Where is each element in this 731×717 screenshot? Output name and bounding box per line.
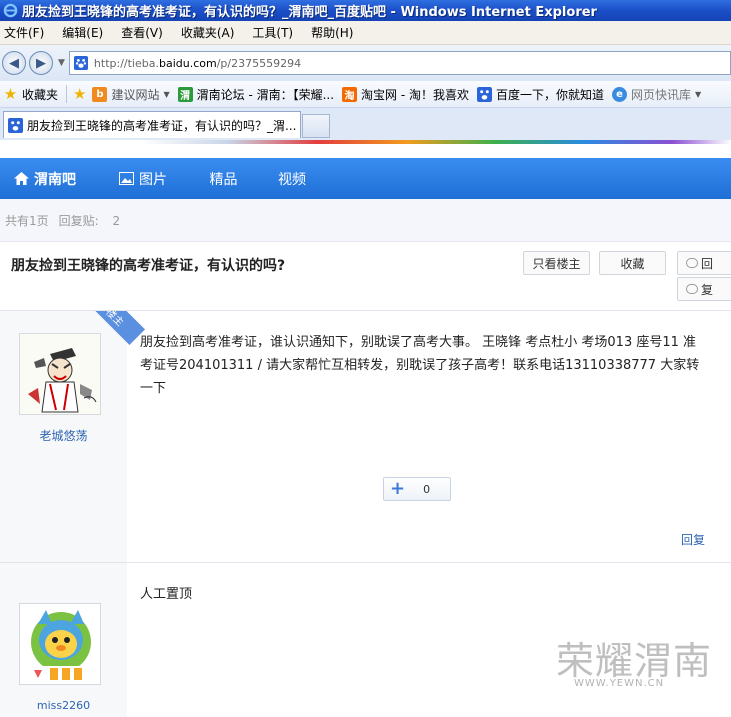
fav-web-slice[interactable]: e 网页快讯库 ▼	[612, 86, 701, 103]
baidu-paw-icon	[8, 117, 23, 133]
like-button[interactable]: + 0	[383, 477, 451, 501]
nav-featured[interactable]: 精品	[190, 158, 257, 199]
favorites-button[interactable]: ★ 收藏夹	[3, 85, 58, 103]
address-input[interactable]: http://tieba. baidu.com/p/2375559294	[68, 51, 731, 75]
post-content: 人工置顶	[140, 587, 193, 602]
address-host: baidu.com	[158, 56, 217, 70]
chevron-down-icon: ▼	[163, 89, 170, 99]
speech-bubble-icon	[686, 258, 698, 268]
post-author-name[interactable]: 老城悠荡	[0, 427, 127, 444]
page-info: 共有1页 回复贴: 2	[0, 199, 731, 241]
baidu-paw-icon	[477, 86, 493, 102]
home-icon	[14, 172, 29, 185]
cartoon-avatar-image	[20, 334, 100, 414]
only-op-button[interactable]: 只看楼主	[523, 251, 590, 275]
weinan-forum-icon: 渭	[177, 86, 193, 102]
menu-file[interactable]: 文件(F)	[4, 24, 44, 41]
avatar[interactable]	[19, 333, 101, 415]
baidu-paw-icon	[73, 56, 88, 70]
speech-bubble-icon	[686, 284, 698, 294]
menu-view[interactable]: 查看(V)	[121, 24, 163, 41]
new-tab-button[interactable]	[302, 114, 330, 138]
fav-suggested-sites[interactable]: b 建议网站 ▼	[92, 86, 170, 103]
menu-help[interactable]: 帮助(H)	[311, 24, 353, 41]
chevron-down-icon: ▼	[695, 89, 702, 99]
tab-bar: 朋友捡到王晓锋的高考准考证，有认识的吗？_渭...	[0, 108, 731, 140]
menu-bar: 文件(F) 编辑(E) 查看(V) 收藏夹(A) 工具(T) 帮助(H)	[0, 21, 731, 45]
nav-pictures[interactable]: 图片	[105, 158, 190, 199]
reply-button-top[interactable]: 回	[677, 251, 731, 275]
thread-header: 朋友捡到王晓锋的高考准考证，有认识的吗? 只看楼主 收藏 回 复	[0, 241, 731, 311]
ie-icon	[3, 3, 18, 18]
fav-weinan-forum[interactable]: 渭 渭南论坛 - 渭南：【荣耀...	[177, 86, 334, 103]
address-path: /p/2375559294	[216, 56, 302, 70]
like-count: 0	[423, 482, 431, 496]
suggested-sites-icon: b	[92, 86, 108, 102]
tab-current[interactable]: 朋友捡到王晓锋的高考准考证，有认识的吗？_渭...	[3, 111, 301, 138]
back-button[interactable]: ◀	[2, 51, 26, 75]
menu-tools[interactable]: 工具(T)	[252, 24, 293, 41]
plus-icon: +	[390, 478, 406, 499]
address-bar-row: ◀ ▶ ▼ http://tieba. baidu.com/p/237555929…	[0, 45, 731, 81]
tab-title: 朋友捡到王晓锋的高考准考证，有认识的吗？_渭...	[27, 118, 297, 133]
baby-bird-avatar-image	[20, 604, 100, 684]
reply-link[interactable]: 回复	[681, 531, 705, 548]
fav-taobao[interactable]: 淘 淘宝网 - 淘！我喜欢	[342, 86, 469, 103]
favorites-bar: ★ 收藏夹 ★ b 建议网站 ▼ 渭 渭南论坛 - 渭南：【荣耀... 淘 淘宝…	[0, 81, 731, 108]
add-favorite-icon[interactable]: ★	[73, 85, 86, 103]
address-prefix: http://tieba.	[93, 56, 159, 70]
window-title: 朋友捡到王晓锋的高考准考证，有认识的吗？_渭南吧_百度贴吧 - Windows …	[22, 5, 597, 20]
taobao-icon: 淘	[342, 86, 358, 102]
post-author-name[interactable]: miss2260	[0, 699, 127, 712]
total-pages: 共有1页	[5, 213, 49, 228]
reply-count: 回复贴: 2	[58, 213, 121, 228]
decorative-stripe	[140, 140, 731, 144]
nav-home[interactable]: 渭南吧	[0, 158, 105, 199]
forum-nav: 渭南吧 图片 精品 视频	[0, 158, 731, 199]
forward-button[interactable]: ▶	[29, 51, 53, 75]
forward-arrow-icon: ▶	[36, 55, 46, 71]
avatar[interactable]	[19, 603, 101, 685]
menu-favorites[interactable]: 收藏夹(A)	[181, 24, 235, 41]
post-content: 朋友捡到高考准考证，谁认识通知下，别耽误了高考大事。 王晓锋 考点杜小 考场01…	[140, 335, 700, 396]
history-dropdown-icon[interactable]: ▼	[58, 58, 65, 68]
back-arrow-icon: ◀	[9, 55, 19, 71]
star-icon: ★	[3, 85, 18, 103]
reply-button-bottom[interactable]: 复	[677, 277, 731, 301]
nav-video[interactable]: 视频	[257, 158, 327, 199]
thread-title: 朋友捡到王晓锋的高考准考证，有认识的吗?	[11, 258, 286, 274]
picture-icon	[119, 172, 134, 185]
divider	[66, 85, 68, 103]
watermark: 荣耀渭南 WWW.YEWN.CN	[556, 630, 716, 710]
post-1: 楼主 老城悠荡 朋友捡到高考准考证，谁认识通知下，别耽误了高考大事。 王晓锋 考…	[0, 311, 731, 563]
collect-button[interactable]: 收藏	[599, 251, 666, 275]
watermark-url: WWW.YEWN.CN	[574, 678, 665, 689]
window-title-bar: 朋友捡到王晓锋的高考准考证，有认识的吗？_渭南吧_百度贴吧 - Windows …	[0, 0, 731, 21]
fav-baidu[interactable]: 百度一下，你就知道	[477, 86, 604, 103]
menu-edit[interactable]: 编辑(E)	[62, 24, 103, 41]
watermark-text: 荣耀渭南	[556, 639, 713, 683]
web-slice-icon: e	[612, 86, 628, 102]
